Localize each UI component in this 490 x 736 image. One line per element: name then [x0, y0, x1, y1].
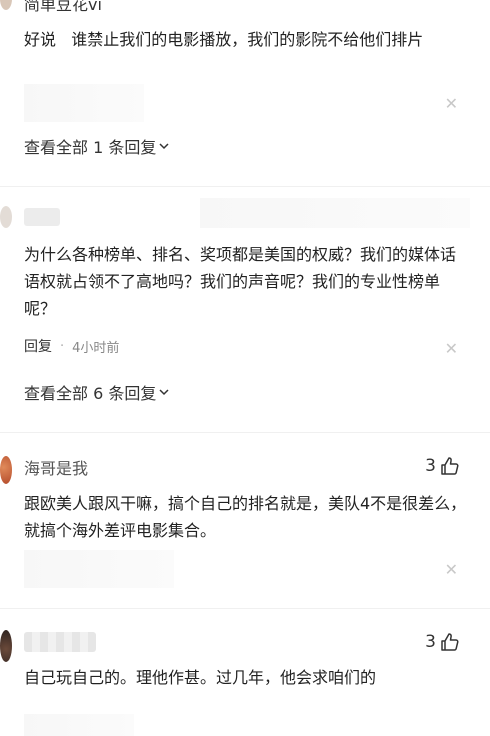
close-icon[interactable]: ✕: [445, 341, 458, 357]
comment-text: 好说 谁禁止我们的电影播放，我们的影院不给他们排片: [24, 30, 424, 49]
avatar[interactable]: [0, 206, 12, 228]
comment-reply-preview: [24, 550, 174, 588]
meta-separator: ·: [60, 338, 65, 354]
comment-username[interactable]: [24, 208, 60, 226]
divider: [0, 432, 490, 433]
comment-username[interactable]: [24, 632, 96, 652]
divider: [0, 608, 490, 609]
like-count: 3: [425, 632, 436, 652]
comment-header-blur: [200, 198, 470, 228]
avatar[interactable]: [0, 0, 12, 10]
reply-button[interactable]: 回复: [24, 336, 52, 356]
comment-text: 自己玩自己的。理他作甚。过几年，他会求咱们的: [24, 668, 377, 687]
divider: [0, 186, 490, 187]
view-all-replies-button[interactable]: 查看全部 6 条回复: [24, 380, 170, 404]
comment-username[interactable]: 简单豆花vi: [24, 0, 102, 15]
comment-username[interactable]: 海哥是我: [24, 455, 88, 479]
thumbs-up-icon: [441, 633, 459, 651]
avatar[interactable]: [0, 630, 12, 662]
comment-reply-preview: [24, 84, 144, 122]
close-icon[interactable]: ✕: [445, 562, 458, 578]
comment-meta: 回复 · 4小时前: [24, 336, 119, 356]
view-all-replies-label: 查看全部 1 条回复: [24, 138, 157, 157]
comment-time: 4小时前: [72, 340, 120, 356]
like-button[interactable]: 3: [425, 456, 460, 476]
comment-reply-preview: [24, 714, 134, 736]
like-button[interactable]: 3: [425, 632, 460, 652]
chevron-down-icon: [159, 143, 169, 150]
avatar[interactable]: [0, 456, 12, 484]
thumbs-up-icon: [441, 457, 459, 475]
view-all-replies-label: 查看全部 6 条回复: [24, 384, 157, 403]
like-count: 3: [425, 456, 436, 476]
view-all-replies-button[interactable]: 查看全部 1 条回复: [24, 134, 170, 158]
comment-text: 跟欧美人跟风干嘛，搞个自己的排名就是，美队4不是很差么，就搞个海外差评电影集合。: [24, 494, 467, 540]
comment-text: 为什么各种榜单、排名、奖项都是美国的权威？我们的媒体话语权就占领不了高地吗？我们…: [24, 245, 457, 318]
chevron-down-icon: [159, 389, 169, 396]
close-icon[interactable]: ✕: [445, 96, 458, 112]
